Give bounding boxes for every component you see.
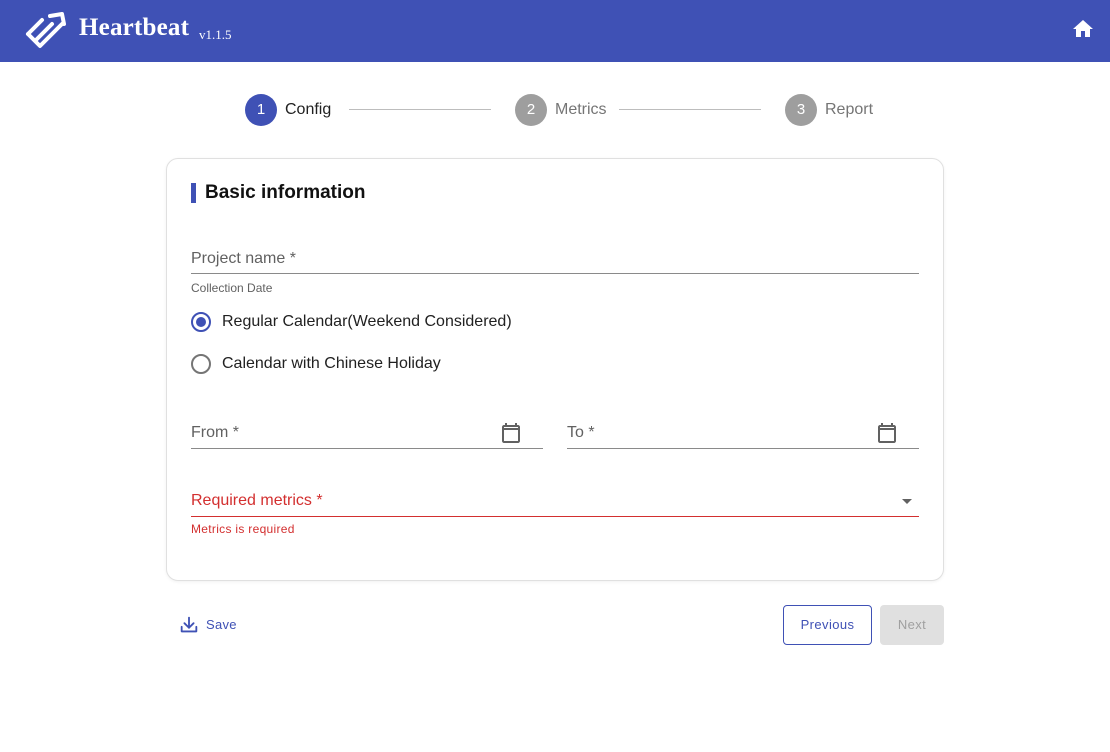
to-calendar-icon[interactable]: [875, 421, 899, 445]
radio-chinese-holiday[interactable]: [191, 354, 211, 374]
radio-selected-dot: [196, 317, 206, 327]
stepper: 1 Config 2 Metrics 3 Report: [0, 94, 1110, 126]
step-1-label: Config: [285, 101, 332, 118]
next-button[interactable]: Next: [880, 605, 944, 645]
download-icon: [180, 616, 198, 633]
home-icon[interactable]: [1071, 17, 1095, 41]
section-title-accent: [191, 183, 196, 203]
to-date-input[interactable]: [567, 420, 919, 449]
dropdown-arrow-icon[interactable]: [895, 489, 919, 513]
step-3-label: Report: [825, 101, 874, 118]
project-name-input[interactable]: [191, 248, 919, 274]
collection-date-label: Collection Date: [191, 281, 273, 295]
radio-chinese-holiday-label[interactable]: Calendar with Chinese Holiday: [222, 355, 441, 373]
app-version: v1.1.5: [199, 27, 232, 42]
previous-button[interactable]: Previous: [783, 605, 872, 645]
heartbeat-logo-icon: [26, 12, 66, 48]
app-header: Heartbeat v1.1.5: [0, 0, 1110, 62]
step-3-number: 3: [785, 94, 817, 126]
radio-regular-calendar-label[interactable]: Regular Calendar(Weekend Considered): [222, 313, 512, 331]
metrics-error-text: Metrics is required: [191, 522, 295, 536]
save-label: Save: [206, 617, 237, 632]
radio-regular-calendar[interactable]: [191, 312, 211, 332]
step-2-label: Metrics: [555, 101, 607, 118]
from-date-input[interactable]: [191, 420, 543, 449]
step-1-number: 1: [245, 94, 277, 126]
section-title: Basic information: [205, 182, 366, 203]
required-metrics-select[interactable]: [191, 488, 919, 517]
step-connector: [349, 109, 491, 110]
save-button[interactable]: Save: [172, 608, 246, 640]
step-2-number: 2: [515, 94, 547, 126]
step-connector: [619, 109, 761, 110]
app-name: Heartbeat: [79, 14, 190, 41]
from-calendar-icon[interactable]: [499, 421, 523, 445]
